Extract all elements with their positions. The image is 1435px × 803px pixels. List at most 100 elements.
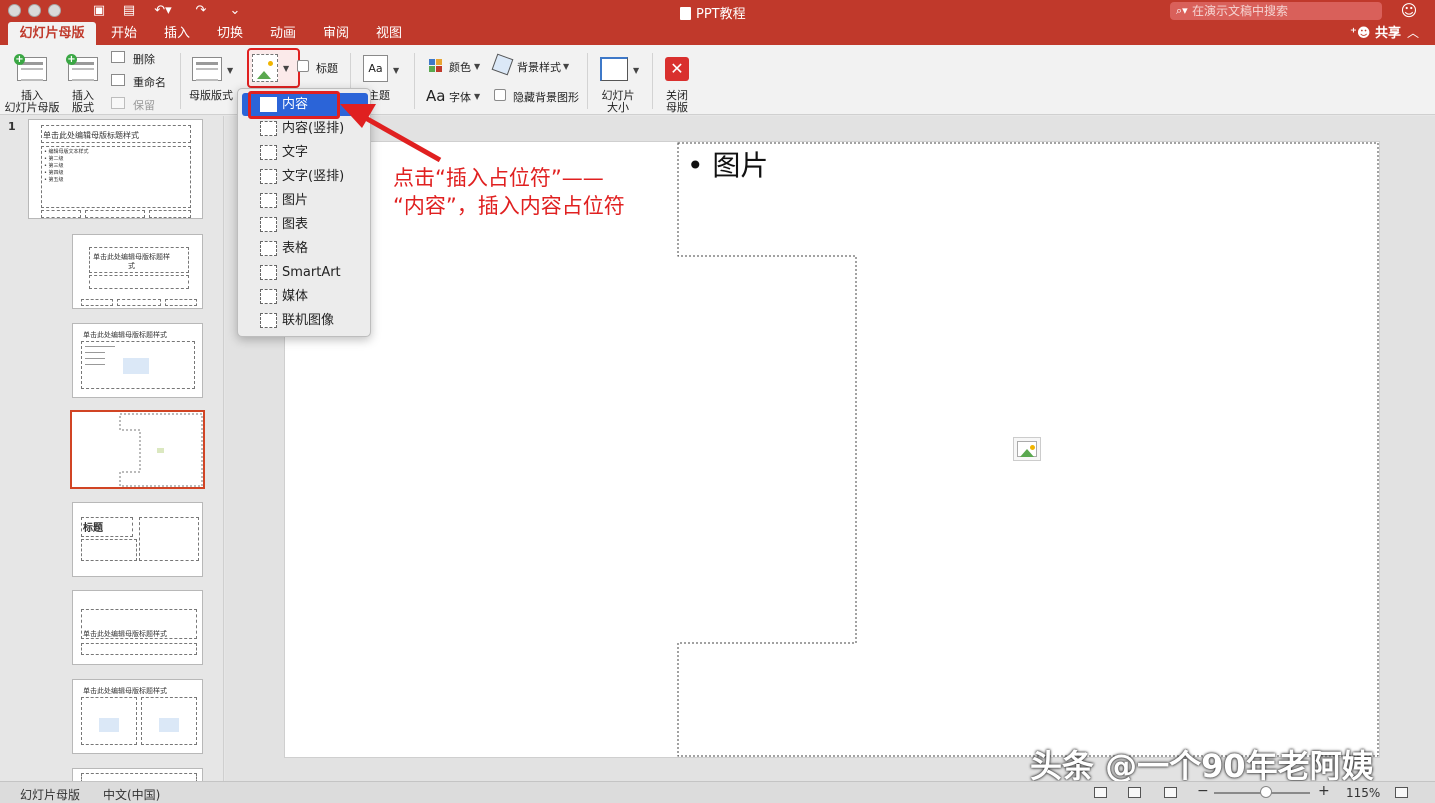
status-language[interactable]: 中文(中国): [103, 786, 160, 803]
customize-toolbar-icon[interactable]: ⌄: [226, 2, 244, 20]
thumbnail-layout-two-content[interactable]: 单击此处编辑母版标题样式: [72, 679, 203, 754]
slide-size-icon: [600, 57, 628, 81]
thumbnail-caption-placeholder: [81, 539, 137, 561]
tab-insert[interactable]: 插入: [157, 22, 197, 45]
menu-item-smartart[interactable]: SmartArt: [242, 261, 368, 284]
close-window-button[interactable]: [8, 4, 21, 17]
rename-button[interactable]: 重命名: [133, 74, 166, 90]
thumbnail-footer: [85, 210, 145, 218]
menu-item-content-vertical[interactable]: 内容(竖排): [242, 117, 368, 140]
slide-sorter-view-icon[interactable]: [1128, 787, 1141, 798]
vertical-content-placeholder-icon: [260, 121, 277, 136]
close-master-label: 关闭 母版: [666, 89, 688, 114]
thumbnail-layout-section[interactable]: 单击此处编辑母版标题样式: [72, 590, 203, 665]
menu-item-label: 联机图像: [282, 313, 335, 328]
slide-layout-picture[interactable]: [284, 141, 1380, 758]
share-label: 共享: [1374, 26, 1401, 41]
menu-item-text[interactable]: 文字: [242, 141, 368, 164]
thumbnail-placeholder-outline: [119, 413, 203, 487]
search-input[interactable]: ⌕▾ 在演示文稿中搜索: [1170, 2, 1382, 20]
slide-number: 1: [8, 120, 16, 133]
window-title: PPT教程: [680, 3, 746, 22]
menu-item-text-vertical[interactable]: 文字(竖排): [242, 165, 368, 188]
master-layout-icon: [192, 57, 222, 81]
sidebar-toggle-icon[interactable]: ▣: [90, 2, 108, 20]
feedback-smiley-icon[interactable]: ☺: [1399, 1, 1419, 21]
zoom-out-icon[interactable]: −: [1197, 783, 1209, 799]
fit-to-window-icon[interactable]: [1395, 787, 1408, 798]
thumbnail-footer: [117, 299, 161, 306]
thumbnail-layout-content[interactable]: 单击此处编辑母版标题样式: [72, 323, 203, 398]
tab-animations[interactable]: 动画: [263, 22, 303, 45]
zoom-window-button[interactable]: [48, 4, 61, 17]
hide-background-checkbox[interactable]: [494, 89, 506, 101]
thumbnail-text-line: [85, 352, 105, 353]
menu-item-label: 图片: [282, 193, 309, 208]
thumbnail-layout-picture[interactable]: [70, 410, 205, 489]
normal-view-icon[interactable]: [1094, 787, 1107, 798]
window-title-text: PPT教程: [696, 7, 746, 22]
zoom-level[interactable]: 115%: [1346, 786, 1380, 800]
minimize-window-button[interactable]: [28, 4, 41, 17]
collapse-ribbon-icon[interactable]: ︿: [1407, 22, 1419, 45]
thumbnail-title-text: 标题: [83, 523, 103, 534]
menu-item-label: 图表: [282, 217, 309, 232]
tab-transitions[interactable]: 切换: [210, 22, 250, 45]
thumbnail-text-line: [85, 346, 115, 347]
thumbnail-footer: [81, 299, 113, 306]
placeholder-bullet-text[interactable]: • 图片: [687, 144, 768, 184]
media-placeholder-icon: [260, 289, 277, 304]
online-picture-placeholder-icon: [260, 313, 277, 328]
chevron-down-icon: ▼: [393, 66, 400, 75]
thumbnail-title-text: 单击此处编辑母版标题样式: [83, 331, 167, 339]
chevron-down-icon: ▼: [474, 62, 481, 71]
thumbnail-text-level: • 第三级: [44, 163, 64, 169]
share-button[interactable]: ⁺☻ 共享: [1350, 22, 1401, 45]
chevron-down-icon: ▼: [474, 92, 481, 101]
undo-icon[interactable]: ↶▾: [150, 2, 176, 20]
preserve-button[interactable]: 保留: [133, 97, 155, 113]
menu-item-media[interactable]: 媒体: [242, 285, 368, 308]
text-placeholder-icon: [260, 145, 277, 160]
document-icon: [680, 7, 691, 20]
thumbnail-layout-picture-caption[interactable]: 标题: [72, 502, 203, 577]
insert-placeholder-button[interactable]: ▼: [247, 48, 300, 88]
vertical-text-placeholder-icon: [260, 169, 277, 184]
zoom-slider-handle[interactable]: [1260, 786, 1272, 798]
sun-icon: [268, 61, 273, 66]
thumbnail-title-text: 单击此处编辑母版标题样 式: [93, 253, 170, 270]
rename-icon: [111, 74, 125, 86]
delete-button[interactable]: 删除: [133, 51, 155, 67]
menu-item-online-picture[interactable]: 联机图像: [242, 309, 368, 332]
menu-item-chart[interactable]: 图表: [242, 213, 368, 236]
picture-icon: [157, 448, 164, 453]
slide-size-label: 幻灯片 大小: [601, 89, 635, 114]
tab-view[interactable]: 视图: [369, 22, 409, 45]
color-swatch-icon: [429, 66, 435, 72]
insert-picture-icon[interactable]: [1013, 437, 1041, 461]
tab-review[interactable]: 审阅: [316, 22, 356, 45]
chevron-down-icon: ▼: [283, 64, 290, 73]
hill-icon: [257, 71, 271, 79]
preserve-icon: [111, 97, 125, 109]
color-swatch-icon: [429, 59, 435, 65]
ribbon-separator: [414, 53, 415, 109]
zoom-in-icon[interactable]: +: [1318, 783, 1330, 799]
plus-icon: +: [14, 54, 25, 65]
font-aa-icon: Aa: [426, 87, 446, 105]
status-view-name: 幻灯片母版: [20, 788, 81, 802]
menu-item-picture[interactable]: 图片: [242, 189, 368, 212]
redo-icon[interactable]: ↷: [192, 2, 210, 20]
tab-home[interactable]: 开始: [104, 22, 144, 45]
reading-view-icon[interactable]: [1164, 787, 1177, 798]
master-layout-label: 母版版式: [189, 89, 233, 102]
colors-label: 颜色: [449, 61, 471, 74]
thumbnail-master[interactable]: 单击此处编辑母版标题样式 • 编辑母版文本样式 • 第二级 • 第三级 • 第四…: [28, 119, 203, 219]
menu-item-table[interactable]: 表格: [242, 237, 368, 260]
thumbnail-text-line: [85, 358, 105, 359]
title-checkbox[interactable]: [297, 60, 309, 72]
tab-slide-master[interactable]: 幻灯片母版: [8, 22, 96, 45]
thumbnail-title-text: 单击此处编辑母版标题样式: [43, 131, 139, 140]
save-icon[interactable]: ▤: [120, 2, 138, 20]
thumbnail-layout-title[interactable]: 单击此处编辑母版标题样 式: [72, 234, 203, 309]
